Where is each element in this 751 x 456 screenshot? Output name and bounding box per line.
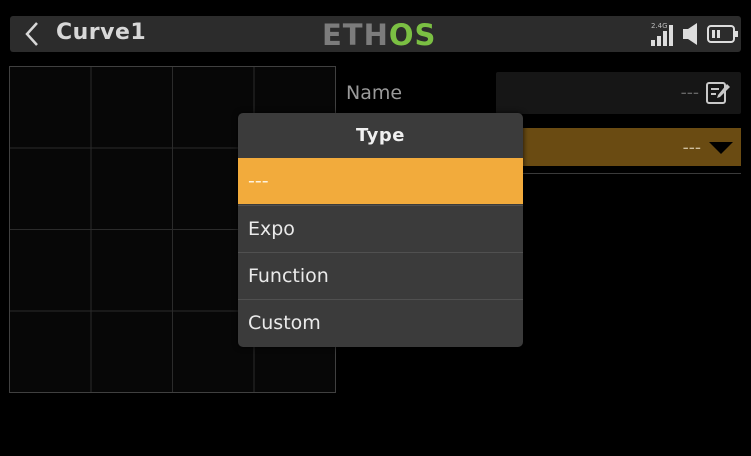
header-bar: Curve1 ETHOS 2.4G xyxy=(0,0,751,60)
screen: Curve1 ETHOS 2.4G Name --- --- Type --- … xyxy=(0,0,751,456)
popup-title: Type xyxy=(356,125,405,146)
divider xyxy=(520,173,741,174)
page-title: Curve1 xyxy=(56,20,147,45)
type-value: --- xyxy=(682,138,701,158)
popup-option-function[interactable]: Function xyxy=(238,252,523,298)
popup-option-custom[interactable]: Custom xyxy=(238,299,523,345)
popup-option-expo[interactable]: Expo xyxy=(238,205,523,251)
type-select[interactable]: --- xyxy=(520,128,741,166)
chevron-down-icon xyxy=(709,142,733,154)
name-value: --- xyxy=(680,83,699,103)
ethos-logo: ETHOS xyxy=(322,18,437,52)
status-area: 2.4G xyxy=(649,20,739,48)
back-button[interactable] xyxy=(14,16,50,52)
popup-option-none[interactable]: --- xyxy=(238,158,523,204)
signal-band-label: 2.4G xyxy=(651,22,668,30)
chevron-left-icon xyxy=(25,22,38,46)
name-field[interactable]: --- xyxy=(496,72,741,114)
speaker-icon xyxy=(683,23,697,45)
battery-icon xyxy=(707,25,738,43)
signal-icon: 2.4G xyxy=(651,22,673,46)
type-popup: Type --- Expo Function Custom xyxy=(238,113,523,347)
name-label: Name xyxy=(346,82,403,104)
edit-icon[interactable] xyxy=(705,80,731,106)
